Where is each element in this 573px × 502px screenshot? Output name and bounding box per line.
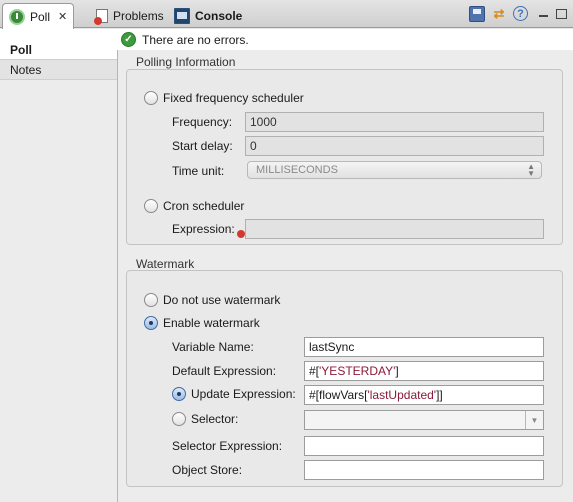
selector-radio[interactable] (172, 412, 186, 426)
updown-arrows-icon: ▲ ▼ (527, 162, 535, 178)
sync-icon[interactable]: ⇄ (491, 6, 507, 22)
poll-settings-panel: Polling Information Fixed frequency sche… (118, 50, 573, 502)
fixed-frequency-option[interactable]: Fixed frequency scheduler (144, 91, 304, 105)
selector-option[interactable]: Selector: (172, 412, 238, 426)
enable-watermark-option[interactable]: Enable watermark (144, 316, 260, 330)
sidebar-top-spacer (0, 29, 117, 40)
tab-poll[interactable]: Poll ✕ (2, 3, 75, 29)
tab-poll-label: Poll (30, 9, 51, 24)
variable-name-label: Variable Name: (172, 340, 254, 354)
console-icon (174, 7, 190, 24)
update-expression-field[interactable]: #[flowVars['lastUpdated']] (304, 385, 544, 405)
object-store-field[interactable] (304, 460, 544, 480)
cron-scheduler-label: Cron scheduler (163, 199, 245, 213)
update-expression-radio[interactable] (172, 387, 186, 401)
default-expression-suffix: ] (395, 364, 399, 378)
error-icon (237, 230, 245, 238)
variable-name-field[interactable]: lastSync (304, 337, 544, 357)
sidebar-item-poll[interactable]: Poll (0, 40, 117, 60)
enable-watermark-label: Enable watermark (163, 316, 260, 330)
frequency-label: Frequency: (172, 115, 233, 129)
selector-label: Selector: (191, 412, 239, 426)
status-message: There are no errors. (142, 32, 249, 47)
check-icon: ✓ (121, 32, 136, 47)
no-watermark-label: Do not use watermark (163, 293, 281, 307)
sidebar: Poll Notes (0, 29, 118, 502)
fixed-frequency-label: Fixed frequency scheduler (163, 91, 304, 105)
watermark-group: Do not use watermark Enable watermark Va… (126, 270, 563, 487)
update-expression-suffix: ]] (436, 388, 443, 402)
cron-scheduler-radio[interactable] (144, 199, 158, 213)
help-icon[interactable]: ? (513, 6, 528, 21)
close-icon[interactable]: ✕ (58, 10, 67, 23)
no-watermark-option[interactable]: Do not use watermark (144, 293, 280, 307)
time-unit-value: MILLISECONDS (256, 164, 338, 176)
editor-tab-bar: Poll ✕ Problems Console ⇄ ? (0, 0, 573, 29)
selector-expression-field[interactable] (304, 436, 544, 456)
tab-console-label: Console (195, 8, 243, 23)
object-store-label: Object Store: (172, 463, 243, 477)
start-delay-field[interactable]: 0 (245, 136, 544, 156)
cron-expression-label: Expression: (172, 222, 235, 236)
update-expression-prefix: #[flowVars[ (309, 388, 368, 402)
selector-combo[interactable]: ▼ (304, 410, 544, 430)
maximize-icon[interactable] (553, 6, 569, 22)
default-expression-prefix: #[ (309, 364, 320, 378)
time-unit-select[interactable]: MILLISECONDS ▲ ▼ (247, 161, 542, 179)
chevron-down-icon[interactable]: ▼ (525, 411, 543, 429)
poll-icon (9, 8, 25, 25)
polling-information-group: Fixed frequency scheduler Frequency: 100… (126, 69, 563, 245)
save-icon[interactable] (469, 6, 485, 22)
frequency-field[interactable]: 1000 (245, 112, 544, 132)
watermark-title: Watermark (136, 257, 195, 271)
minimize-icon[interactable] (535, 6, 551, 22)
tab-console[interactable]: Console (168, 3, 248, 28)
start-delay-label: Start delay: (172, 139, 233, 153)
selector-expression-label: Selector Expression: (172, 439, 283, 453)
no-watermark-radio[interactable] (144, 293, 158, 307)
default-expression-field[interactable]: #['YESTERDAY'] (304, 361, 544, 381)
tab-problems[interactable]: Problems (90, 3, 170, 28)
fixed-frequency-radio[interactable] (144, 91, 158, 105)
update-expression-label: Update Expression: (191, 387, 296, 401)
enable-watermark-radio[interactable] (144, 316, 158, 330)
update-expression-string: 'lastUpdated' (367, 388, 437, 402)
sidebar-item-notes[interactable]: Notes (0, 60, 117, 80)
tab-problems-label: Problems (113, 8, 164, 23)
default-expression-label: Default Expression: (172, 364, 277, 378)
polling-information-title: Polling Information (136, 55, 236, 69)
problems-icon (94, 8, 108, 25)
update-expression-option[interactable]: Update Expression: (172, 387, 296, 401)
cron-scheduler-option[interactable]: Cron scheduler (144, 199, 244, 213)
time-unit-label: Time unit: (172, 164, 225, 178)
cron-expression-field[interactable] (245, 219, 544, 239)
validation-status: ✓ There are no errors. (117, 29, 573, 50)
default-expression-string: 'YESTERDAY' (319, 364, 396, 378)
